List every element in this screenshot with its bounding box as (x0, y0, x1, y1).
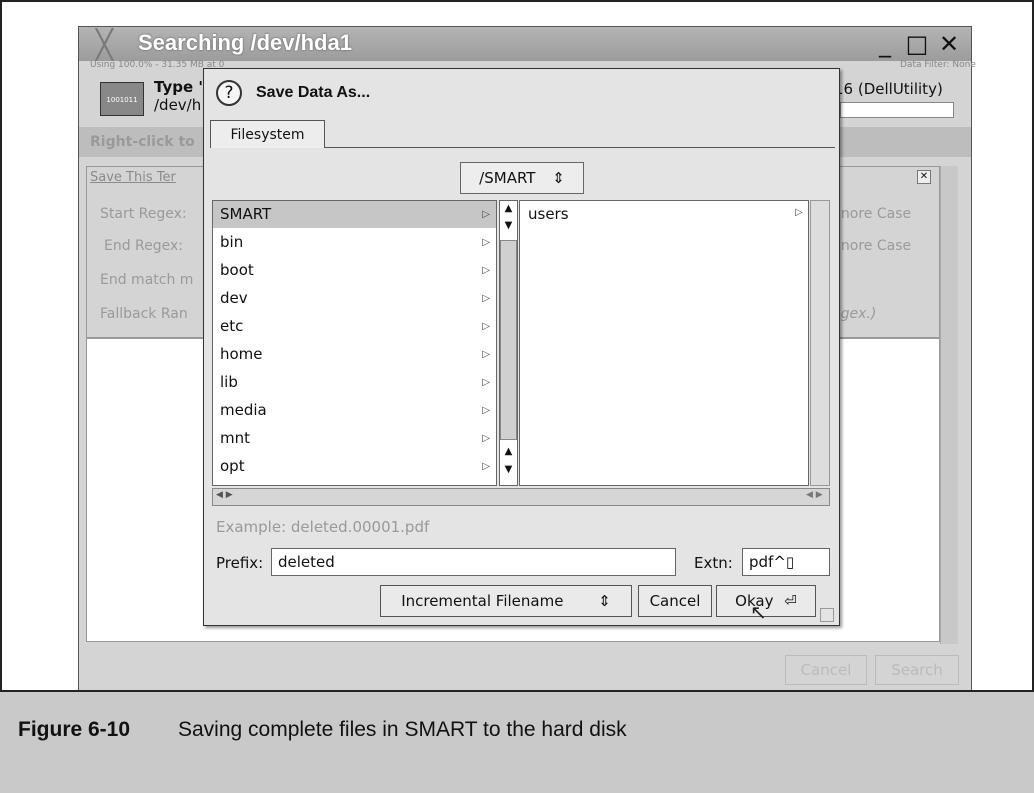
close-button[interactable]: ✕ (934, 30, 964, 58)
save-template-title: Save This Ter (90, 170, 176, 185)
minimize-button[interactable]: _ (870, 30, 900, 58)
updown-arrows-icon: ⇕ (598, 592, 611, 610)
list-item-opt[interactable]: opt ▷ (213, 453, 496, 480)
subdirectory-list-scrollbar[interactable] (810, 200, 830, 486)
updown-arrows-icon: ⇕ (552, 169, 565, 187)
scroll-left-icon[interactable]: ◀ ▶ (216, 490, 233, 500)
right-click-hint: Right-click to (90, 134, 195, 150)
ignore-case-checkbox-1[interactable]: gnore Case (832, 206, 911, 222)
scroll-down-icon[interactable]: ▼ (500, 464, 517, 478)
list-item-bin[interactable]: bin ▷ (213, 229, 496, 256)
list-item-etc[interactable]: etc ▷ (213, 313, 496, 340)
list-item-proc[interactable]: proc▷ (213, 481, 496, 485)
type-label: Type ' (154, 78, 203, 96)
tab-filesystem[interactable]: Filesystem (210, 120, 325, 148)
example-filename: Example: deleted.00001.pdf (216, 518, 430, 536)
scroll-up-icon[interactable]: ▲ (500, 446, 517, 460)
fallback-range-label: Fallback Ran (100, 306, 188, 322)
maximize-button[interactable]: □ (902, 30, 932, 58)
expand-arrow-icon: ▷ (482, 237, 490, 248)
list-item-lib[interactable]: lib ▷ (213, 369, 496, 396)
binary-file-icon: 1001011 (100, 82, 144, 116)
prefix-input[interactable]: deleted (271, 548, 676, 576)
expand-arrow-icon: ▷ (482, 461, 490, 472)
expand-arrow-icon: ▷ (795, 207, 803, 218)
list-item-boot[interactable]: boot ▷ (213, 257, 496, 284)
mouse-cursor-icon: ↖ (750, 600, 767, 624)
question-icon: ? (216, 80, 242, 106)
progress-box (840, 102, 954, 118)
path-selector[interactable]: /SMART ⇕ (460, 162, 584, 194)
search-cancel-button[interactable]: Cancel (785, 655, 867, 685)
horizontal-scrollbar[interactable] (212, 488, 830, 506)
list-item-dev[interactable]: dev ▷ (213, 285, 496, 312)
search-button[interactable]: Search (875, 655, 959, 685)
list-item-home[interactable]: home ▷ (213, 341, 496, 368)
tab-divider (325, 147, 835, 148)
list-item-users[interactable]: users (528, 205, 569, 223)
list-item-media[interactable]: media ▷ (213, 397, 496, 424)
expand-arrow-icon: ▷ (482, 433, 490, 444)
extension-label: Extn: (694, 554, 733, 572)
dialog-title: Save Data As... (256, 84, 371, 101)
expand-arrow-icon: ▷ (482, 321, 490, 332)
cancel-button[interactable]: Cancel (638, 585, 712, 617)
scroll-up-icon[interactable]: ▲ (500, 203, 517, 217)
path-value: /SMART (479, 169, 536, 187)
list-item-mnt[interactable]: mnt ▷ (213, 425, 496, 452)
start-regex-label: Start Regex: (100, 206, 187, 222)
data-filter-status: Data Filter: None (900, 60, 976, 70)
x-logo-icon: ╳ (96, 28, 113, 61)
expand-arrow-icon: ▷ (482, 481, 490, 485)
expand-arrow-icon: ▷ (482, 209, 490, 220)
scroll-down-icon[interactable]: ▼ (500, 220, 517, 234)
resize-grip-icon[interactable] (820, 608, 834, 622)
incremental-filename-select[interactable]: Incremental Filename ⇕ (380, 585, 632, 617)
figure-caption: Saving complete files in SMART to the ha… (178, 718, 627, 741)
subdirectory-list[interactable] (519, 200, 809, 486)
expand-arrow-icon: ▷ (482, 377, 490, 388)
partition-info: 16 (DellUtility) (834, 80, 943, 98)
ignore-case-checkbox-2[interactable]: gnore Case (832, 238, 911, 254)
expand-arrow-icon: ▷ (482, 405, 490, 416)
window-scrollbar[interactable] (940, 166, 958, 644)
expand-arrow-icon: ▷ (482, 349, 490, 360)
end-regex-label: End Regex: (104, 238, 184, 254)
scroll-thumb[interactable] (500, 240, 517, 440)
incremental-filename-label: Incremental Filename (401, 592, 564, 610)
list-item-smart[interactable]: SMART ▷ (213, 201, 496, 228)
prefix-label: Prefix: (216, 554, 264, 572)
scroll-right-icon[interactable]: ◀ ▶ (806, 490, 823, 500)
enter-key-icon: ⏎ (784, 592, 797, 610)
end-match-label: End match m (100, 272, 194, 288)
extension-input[interactable]: pdf^▯ (742, 548, 830, 576)
window-title: Searching /dev/hda1 (138, 30, 352, 55)
device-label: /dev/h (154, 96, 202, 114)
panel-close-icon[interactable]: ✕ (917, 170, 931, 184)
expand-arrow-icon: ▷ (482, 293, 490, 304)
figure-number: Figure 6-10 (18, 718, 131, 741)
expand-arrow-icon: ▷ (482, 265, 490, 276)
directory-list[interactable]: SMART ▷ bin ▷ boot ▷ dev ▷ etc ▷ home ▷ lib ▷ m… (212, 200, 497, 486)
